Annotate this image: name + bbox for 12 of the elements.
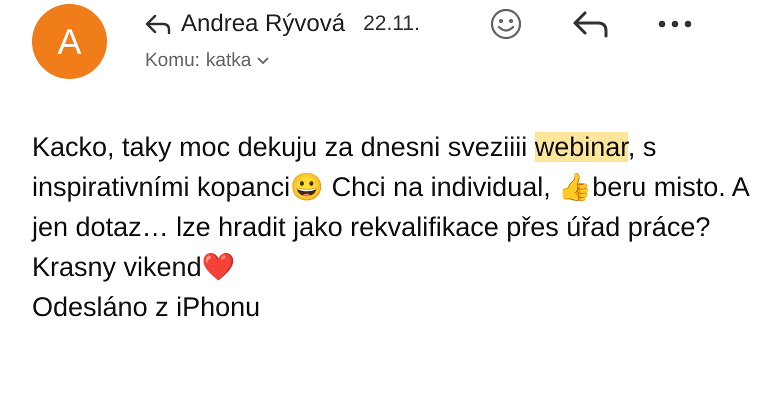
smiley-icon[interactable] — [490, 8, 522, 40]
avatar: A — [32, 4, 107, 79]
reply-icon[interactable] — [572, 10, 608, 38]
message-date: 22.11. — [363, 12, 420, 36]
sender-name: Andrea Rývová — [181, 10, 346, 38]
recipient-name[interactable]: katka — [206, 50, 252, 72]
message-body: Kacko, taky moc dekuju za dnesni sveziiii webinar, s inspirativními kopanci😀 Chci na individual, 👍beru misto. A jen dotaz… lze hradit jako rekvalifikace přes úřad práce? Krasny vikend❤ — [32, 131, 750, 284]
signature: Odesláno z iPhonu — [32, 291, 262, 324]
recipient-label: Komu: — [145, 50, 200, 72]
more-icon[interactable] — [658, 20, 692, 28]
chevron-down-icon[interactable] — [257, 57, 270, 65]
reply-icon — [145, 14, 171, 34]
